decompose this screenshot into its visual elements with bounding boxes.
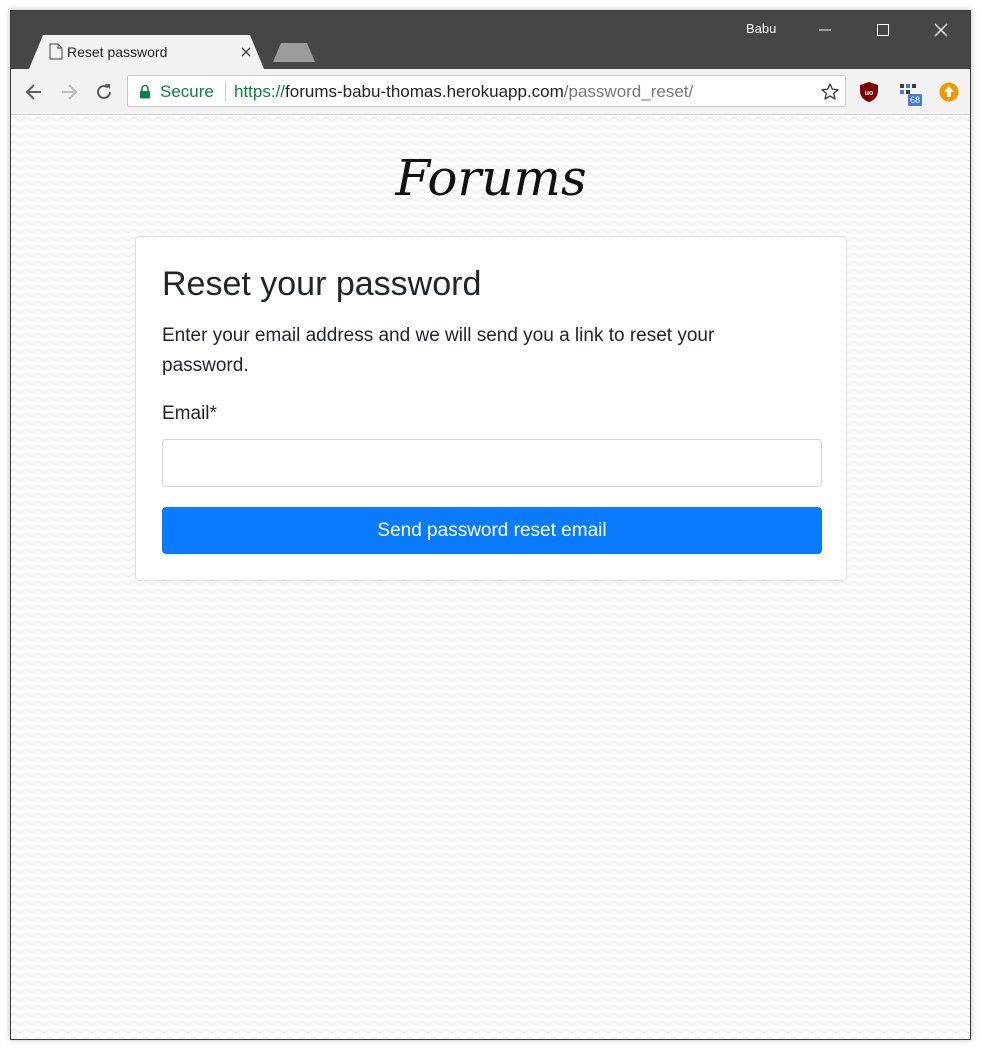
browser-window: Babu Reset password Secure https://forum… <box>10 10 971 1040</box>
svg-text:uo: uo <box>865 90 874 97</box>
svg-text:Forums: Forums <box>394 149 586 207</box>
ublock-origin-icon[interactable]: uo <box>858 81 880 103</box>
page-title: Reset your password <box>162 265 482 303</box>
reload-icon[interactable] <box>93 81 115 103</box>
forums-logo: Forums <box>394 149 586 207</box>
instructions-text: Enter your email address and we will sen… <box>162 325 715 376</box>
maximize-icon <box>877 24 889 36</box>
forward-arrow-icon[interactable] <box>58 81 80 103</box>
url-scheme: https:// <box>234 82 286 101</box>
address-bar[interactable]: Secure https://forums-babu-thomas.heroku… <box>127 75 846 107</box>
omnibox-divider <box>225 82 226 101</box>
back-arrow-icon[interactable] <box>23 81 45 103</box>
tab-title: Reset password <box>67 44 168 60</box>
page-content: Forums Reset your password Enter your em… <box>11 115 970 1039</box>
lock-icon <box>140 84 150 99</box>
browser-toolbar: Secure https://forums-babu-thomas.heroku… <box>11 69 970 115</box>
tab-reset-password[interactable]: Reset password <box>29 35 264 69</box>
extension-badge: 68 <box>908 94 923 106</box>
bookmark-star-icon[interactable] <box>820 82 840 102</box>
extension-grid-button[interactable]: 68 <box>898 81 928 106</box>
reset-password-card: Reset your password Enter your email add… <box>135 236 847 581</box>
minimize-button[interactable] <box>796 11 854 49</box>
send-reset-email-button[interactable]: Send password reset email <box>162 507 822 554</box>
orange-update-icon[interactable] <box>938 81 960 103</box>
new-tab-button[interactable] <box>273 43 315 62</box>
document-icon <box>49 43 63 60</box>
profile-name[interactable]: Babu <box>746 21 776 36</box>
email-input[interactable] <box>162 439 822 487</box>
url-host: forums-babu-thomas.herokuapp.com <box>285 82 564 101</box>
url-text[interactable]: https://forums-babu-thomas.herokuapp.com… <box>234 82 693 102</box>
close-tab-icon[interactable] <box>240 46 252 58</box>
close-window-button[interactable] <box>912 11 970 49</box>
title-bar: Babu Reset password <box>11 11 970 69</box>
close-icon <box>934 23 948 37</box>
minimize-icon <box>819 29 831 31</box>
email-label: Email* <box>162 403 217 424</box>
maximize-button[interactable] <box>854 11 912 49</box>
url-path: /password_reset/ <box>563 82 694 101</box>
secure-label: Secure <box>160 82 214 101</box>
